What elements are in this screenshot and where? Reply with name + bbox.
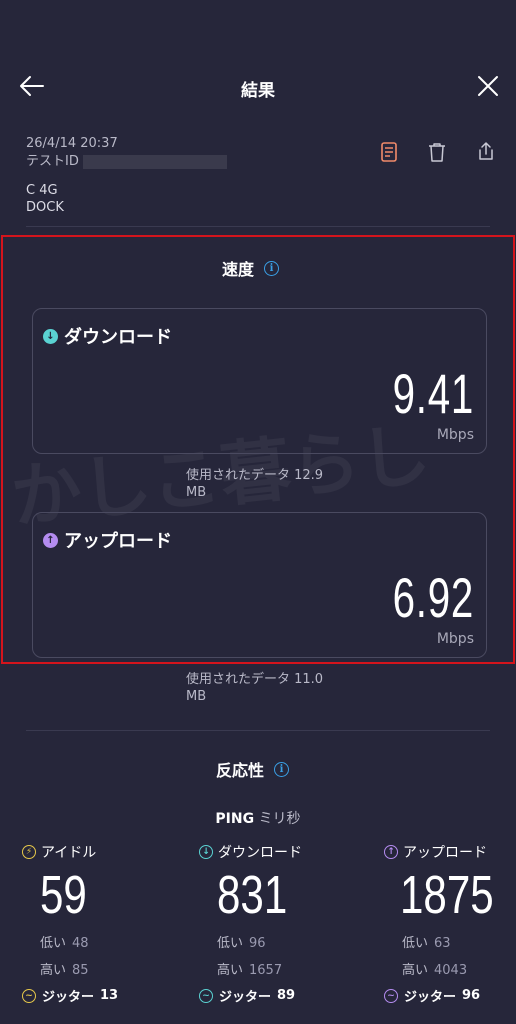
responsiveness-title: 反応性 <box>216 761 265 780</box>
ping-high: 高い 4043 <box>402 963 468 978</box>
ping-column-idle: ⚡ アイドル 59 低い 48 高い 85 ~ ジッター 13 <box>22 842 192 1005</box>
upload-data-used: 使用されたデータ 11.0 MB <box>186 672 324 704</box>
jitter-value: 96 <box>462 988 481 1003</box>
responsiveness-section-title: 反応性 i <box>216 757 290 781</box>
jitter-icon: ~ <box>384 988 398 1003</box>
column-label-row: ↑ アップロード <box>384 842 514 862</box>
test-id-label: テストID <box>26 154 79 169</box>
jitter-value: 89 <box>277 988 296 1003</box>
close-icon[interactable] <box>474 72 502 100</box>
ping-value: 831 <box>217 865 288 925</box>
ping-column-upload: ↑ アップロード 1875 低い 63 高い 4043 ~ ジッター 96 <box>384 842 514 1005</box>
ping-high: 高い 1657 <box>217 963 283 978</box>
jitter-label: ジッター <box>404 990 457 1005</box>
document-icon[interactable] <box>378 140 400 164</box>
column-label: アイドル <box>41 845 97 861</box>
jitter-row: ~ ジッター 89 <box>199 986 369 1005</box>
ping-low: 低い 48 <box>40 936 89 951</box>
jitter-label: ジッター <box>42 990 95 1005</box>
test-id-row: テストID <box>26 152 227 171</box>
column-label-row: ↓ ダウンロード <box>199 842 369 862</box>
redacted-test-id <box>83 154 227 169</box>
trash-icon[interactable] <box>426 140 448 164</box>
jitter-value: 13 <box>100 988 119 1003</box>
page-title: 結果 <box>241 81 275 101</box>
jitter-icon: ~ <box>22 988 36 1003</box>
ping-unit: ミリ秒 <box>258 811 301 827</box>
jitter-row: ~ ジッター 13 <box>22 986 192 1005</box>
column-label: アップロード <box>403 845 487 861</box>
idle-icon: ⚡ <box>22 845 36 859</box>
divider <box>26 226 490 227</box>
column-label-row: ⚡ アイドル <box>22 842 192 862</box>
jitter-row: ~ ジッター 96 <box>384 986 514 1005</box>
download-arrow-icon: ↓ <box>199 845 213 859</box>
upload-arrow-icon: ↑ <box>384 845 398 859</box>
highlight-box <box>1 235 515 664</box>
info-icon[interactable]: i <box>274 761 290 777</box>
ping-high: 高い 85 <box>40 963 89 978</box>
divider <box>26 730 490 731</box>
column-label: ダウンロード <box>218 845 302 861</box>
ping-value: 1875 <box>400 865 494 925</box>
ping-low: 低い 63 <box>402 936 451 951</box>
test-datetime: 26/4/14 20:37 <box>26 136 118 151</box>
ping-header: PING ミリ秒 <box>0 808 516 828</box>
device-name: DOCK <box>26 200 64 215</box>
share-icon[interactable] <box>475 139 497 163</box>
ping-label: PING <box>215 811 255 827</box>
jitter-label: ジッター <box>219 990 272 1005</box>
ping-low: 低い 96 <box>217 936 266 951</box>
ping-column-download: ↓ ダウンロード 831 低い 96 高い 1657 ~ ジッター 89 <box>199 842 369 1005</box>
jitter-icon: ~ <box>199 988 213 1003</box>
ping-value: 59 <box>40 865 87 925</box>
